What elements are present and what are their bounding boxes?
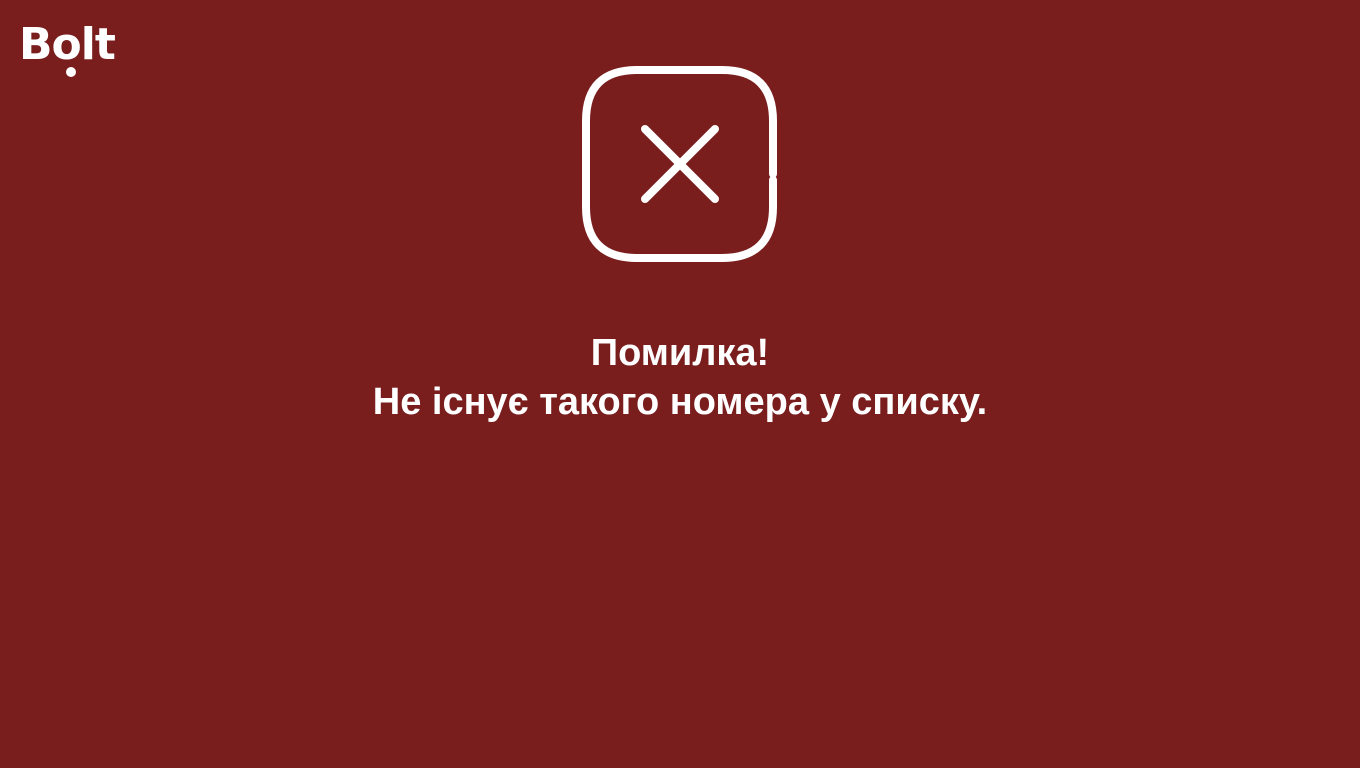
error-description: Не існує такого номера у списку. — [372, 381, 988, 423]
error-message: Помилка! Не існує такого номера у списку… — [0, 329, 1360, 427]
bolt-logo: Bolt — [19, 19, 117, 77]
bolt-logo-text: Bolt — [19, 19, 116, 70]
error-title: Помилка! — [590, 332, 770, 374]
close-x-mark — [641, 125, 719, 203]
bolt-logo-dot — [66, 67, 76, 77]
close-box-icon — [582, 66, 777, 262]
error-page: Bolt Помилка! Не існує такого номера у с… — [0, 0, 1360, 768]
